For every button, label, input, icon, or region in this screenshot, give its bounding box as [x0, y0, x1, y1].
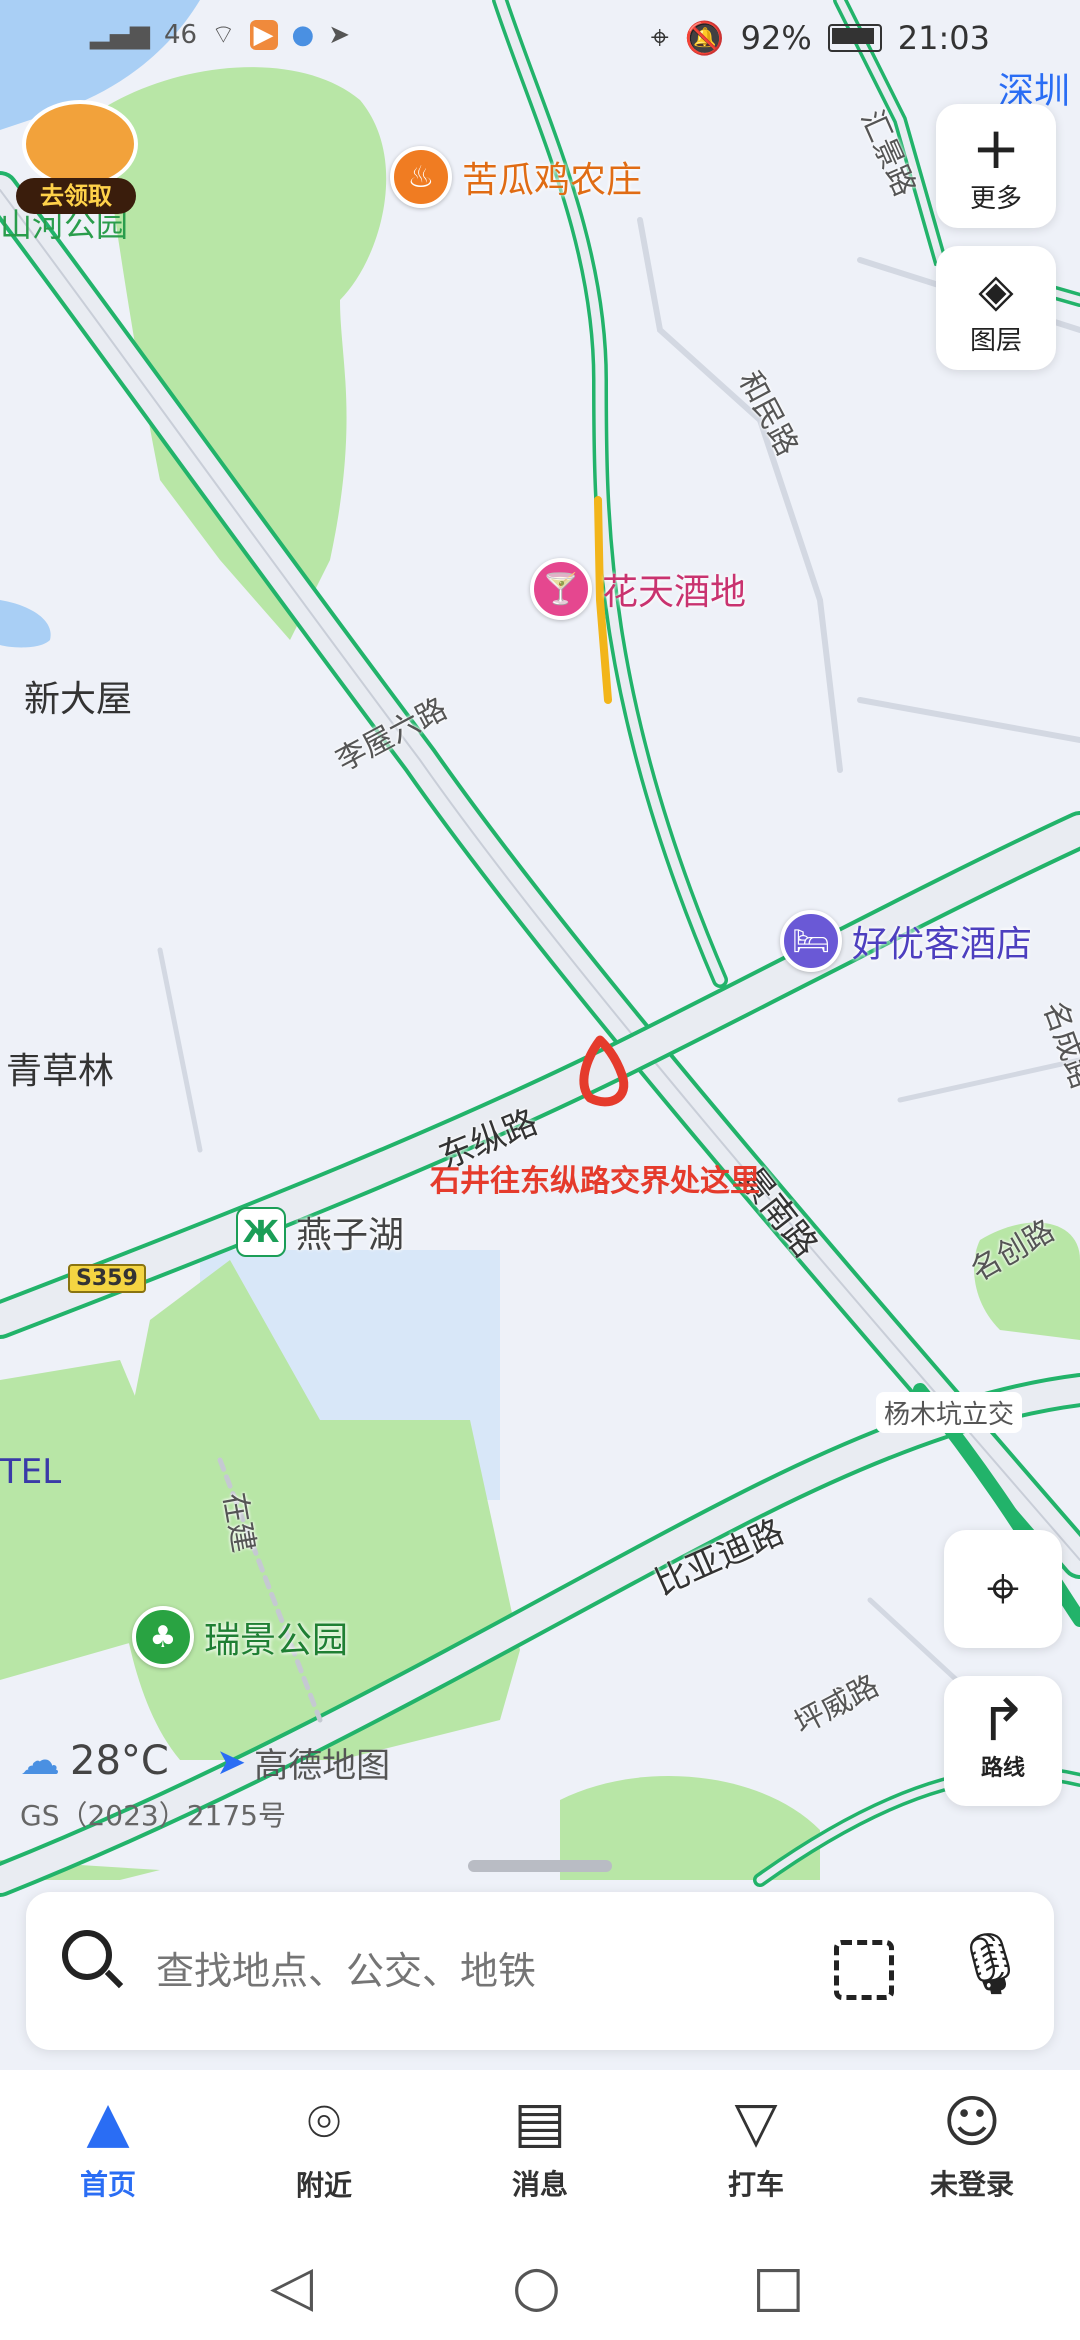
cocktail-icon: 🍸 [530, 558, 592, 620]
route-button[interactable]: ↱ 路线 [944, 1676, 1062, 1806]
tab-label: 首页 [79, 2168, 136, 2201]
layers-label: 图层 [969, 326, 1022, 356]
recents-icon[interactable]: □ [752, 2254, 805, 2319]
poi-label: 燕子湖 [296, 1215, 405, 1256]
voice-icon[interactable]: 🎙 [952, 1928, 1028, 1999]
wifi-icon: ⌔ [211, 20, 236, 50]
place-label-tel: TEL [0, 1452, 62, 1492]
car-icon [22, 100, 138, 188]
search-input[interactable] [154, 1938, 718, 2004]
tab-label: 消息 [511, 2168, 568, 2201]
poi-label: 花天酒地 [602, 572, 747, 613]
annotation-text: 石井往东纵路交界处这里 [430, 1164, 760, 1199]
park-icon: ♣ [132, 1606, 194, 1668]
poi-haoyouke[interactable]: 🛏 好优客酒店 [780, 910, 1032, 972]
poi-label: 苦瓜鸡农庄 [462, 160, 643, 201]
poi-kugua[interactable]: ♨ 苦瓜鸡农庄 [390, 146, 642, 208]
promo-badge[interactable]: 去领取 [16, 100, 138, 214]
back-icon[interactable]: ◁ [270, 2254, 313, 2319]
tab-label: 未登录 [929, 2168, 1014, 2201]
tab-label: 附近 [295, 2169, 352, 2202]
battery-icon [827, 23, 882, 52]
place-label-xindawu: 新大屋 [24, 679, 133, 720]
app-icon: ▶ [249, 19, 278, 50]
layers-icon: ◈ [978, 263, 1014, 317]
route-label: 路线 [980, 1756, 1025, 1781]
tab-taxi[interactable]: ▽ 打车 [666, 2090, 846, 2203]
hotel-icon: 🛏 [780, 910, 842, 972]
highway-shield-s359: S359 [68, 1264, 146, 1293]
home-icon[interactable]: ○ [512, 2254, 561, 2319]
signal-4g-icon: 46 [164, 19, 198, 50]
restaurant-icon: ♨ [390, 146, 452, 208]
battery-percent: 92% [740, 18, 812, 57]
navigation-arrow-icon: ▲ [86, 2090, 130, 2155]
weather-temp: 28°C [70, 1738, 169, 1784]
promo-label: 去领取 [16, 178, 136, 214]
poi-ruijing[interactable]: ♣ 瑞景公园 [132, 1606, 348, 1668]
interchange-label: 杨木坑立交 [876, 1392, 1023, 1433]
weather-widget[interactable]: ☁ 28°C [20, 1738, 169, 1784]
status-bar: ▂▄▆ 46 ⌔ ▶ ● ➤ ⌖ 🔕 92% 21:03 [0, 0, 1080, 84]
gaode-logo-icon: ➤ [216, 1742, 247, 1783]
location-pin-icon: ⌾ [307, 2090, 341, 2155]
tab-profile[interactable]: ☺ 未登录 [882, 2090, 1062, 2203]
user-icon: ☺ [942, 2090, 1002, 2155]
signal-icon: ▂▄▆ [90, 19, 150, 50]
location-icon: ⌖ [650, 18, 669, 56]
system-nav-bar: ◁ ○ □ [0, 2230, 1080, 2340]
message-icon: ▤ [513, 2090, 567, 2155]
locate-icon: ⌖ [986, 1554, 1020, 1622]
poi-huatian[interactable]: 🍸 花天酒地 [530, 558, 746, 620]
brand-logo: ➤ 高德地图 [216, 1738, 390, 1787]
metro-icon: Ж [236, 1207, 286, 1257]
status-icons-right: ⌖ 🔕 92% 21:03 [651, 18, 990, 57]
mute-icon: 🔕 [684, 18, 725, 57]
tab-nearby[interactable]: ⌾ 附近 [234, 2090, 414, 2204]
app-icon: ● [291, 19, 315, 50]
search-icon-handle [104, 1969, 124, 1989]
sheet-drag-handle[interactable] [468, 1860, 612, 1872]
tab-messages[interactable]: ▤ 消息 [450, 2090, 630, 2203]
rain-cloud-icon: ☁ [20, 1738, 60, 1784]
plus-icon: + [971, 114, 1021, 182]
locate-button[interactable]: ⌖ [944, 1530, 1062, 1648]
clock: 21:03 [897, 18, 990, 57]
taxi-icon: ▽ [734, 2090, 778, 2155]
brand-name: 高德地图 [254, 1746, 391, 1786]
place-label-qingcaolin: 青草林 [6, 1051, 115, 1092]
more-label: 更多 [969, 184, 1022, 214]
poi-yanzihu[interactable]: Ж 燕子湖 [236, 1206, 404, 1258]
poi-label: 瑞景公园 [204, 1620, 349, 1661]
search-bar[interactable]: 🎙 [26, 1892, 1054, 2050]
scan-icon[interactable] [834, 1940, 894, 2000]
route-arrow-icon: ↱ [978, 1686, 1028, 1754]
more-button[interactable]: + 更多 [936, 104, 1056, 228]
tab-home[interactable]: ▲ 首页 [18, 2090, 198, 2203]
poi-label: 好优客酒店 [852, 924, 1033, 965]
layers-button[interactable]: ◈ 图层 [936, 246, 1056, 370]
copyright-text: GS（2023）2175号 [20, 1799, 286, 1832]
status-icons-left: ▂▄▆ 46 ⌔ ▶ ● ➤ [90, 18, 350, 51]
bottom-tab-bar: ▲ 首页 ⌾ 附近 ▤ 消息 ▽ 打车 ☺ 未登录 [0, 2070, 1080, 2230]
send-icon: ➤ [328, 19, 351, 50]
tab-label: 打车 [727, 2168, 784, 2201]
